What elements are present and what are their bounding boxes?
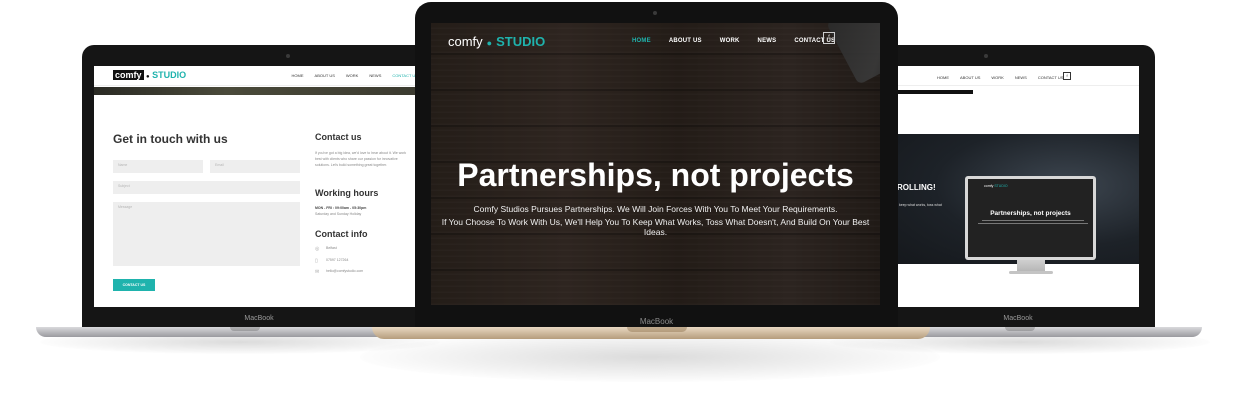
left-laptop-screen: comfy ● STUDIO HOME ABOUT US WORK NEWS C…: [94, 66, 424, 307]
left-site-logo[interactable]: comfy ● STUDIO: [113, 70, 186, 80]
center-laptop-screen: comfy ● STUDIO HOME ABOUT US WORK NEWS CON…: [431, 23, 880, 305]
monitor-logo-word: comfy: [984, 184, 994, 188]
left-hero-strip: [94, 87, 424, 95]
subject-field[interactable]: Subject: [113, 181, 300, 194]
left-laptop-camera: [286, 54, 290, 58]
facebook-icon[interactable]: f: [1063, 72, 1071, 80]
nav-news[interactable]: NEWS: [1015, 75, 1027, 80]
hero-subtext-line-2: If You Choose To Work With Us, We'll Hel…: [441, 217, 870, 237]
logo-word: comfy: [448, 34, 483, 49]
contact-phone[interactable]: 07597 127264: [326, 258, 348, 262]
monitor-foot: [1009, 271, 1053, 274]
contact-email[interactable]: hello@comfystudio.com: [326, 269, 363, 273]
left-laptop-chin: MacBook: [94, 311, 424, 327]
center-laptop-camera: [653, 11, 657, 15]
logo-studio: STUDIO: [152, 70, 187, 80]
center-laptop-notch: [627, 327, 687, 332]
right-site-navbar: HOME ABOUT US WORK NEWS CONTACT US f: [897, 66, 1139, 86]
nav-news[interactable]: NEWS: [758, 38, 777, 44]
right-laptop-notch: [1005, 327, 1035, 331]
email-field[interactable]: Email: [210, 160, 300, 173]
nav-work[interactable]: WORK: [720, 38, 740, 44]
contact-location: Belfast: [326, 246, 337, 250]
logo-word: comfy: [113, 70, 144, 80]
monitor-headline: Partnerships, not projects: [990, 210, 1071, 217]
monitor-subtext-lines: [978, 220, 1088, 224]
working-hours-note: Saturday and Sunday Holiday: [315, 212, 362, 216]
name-field[interactable]: Name: [113, 160, 203, 173]
logo-studio: STUDIO: [496, 34, 546, 49]
nav-about-us[interactable]: ABOUT US: [315, 73, 335, 78]
monitor-logo: comfy STUDIO: [984, 184, 1008, 188]
nav-news[interactable]: NEWS: [369, 73, 381, 78]
right-nav-links: HOME ABOUT US WORK NEWS CONTACT US: [937, 75, 1074, 80]
monitor-subtext-line-2: [978, 223, 1088, 224]
center-nav-links: HOME ABOUT US WORK NEWS CONTACT US: [632, 38, 853, 44]
nav-home[interactable]: HOME: [292, 73, 304, 78]
right-laptop-chin: MacBook: [897, 311, 1139, 327]
nav-home[interactable]: HOME: [937, 75, 949, 80]
right-hero-text: keep what works, toss what: [899, 203, 942, 207]
nav-about-us[interactable]: ABOUT US: [960, 75, 980, 80]
nav-work[interactable]: WORK: [346, 73, 358, 78]
hero-subtext-line-1: Comfy Studios Pursues Partnerships. We W…: [473, 204, 838, 214]
hero-headline: Partnerships, not projects: [457, 157, 854, 193]
device-mockup-stage: comfy ● STUDIO HOME ABOUT US WORK NEWS C…: [0, 0, 1241, 412]
left-nav-links: HOME ABOUT US WORK NEWS CONTACT US: [281, 73, 418, 78]
nav-work[interactable]: WORK: [991, 75, 1003, 80]
monitor-mockup: comfy STUDIO Partnerships, not projects: [965, 176, 1096, 260]
monitor-screen: comfy STUDIO Partnerships, not projects: [968, 179, 1093, 257]
working-hours-heading: Working hours: [315, 188, 379, 198]
monitor-subtext-line-1: [982, 220, 1084, 221]
monitor-logo-studio: STUDIO: [994, 184, 1008, 188]
facebook-icon[interactable]: f: [823, 32, 835, 44]
cat-icon: ●: [486, 38, 493, 48]
right-laptop-screen: HOME ABOUT US WORK NEWS CONTACT US f ROL…: [897, 66, 1139, 307]
center-site-logo[interactable]: comfy ● STUDIO: [448, 34, 545, 49]
contact-info-heading: Contact info: [315, 229, 368, 239]
phone-icon: ▯: [315, 258, 318, 264]
nav-about-us[interactable]: ABOUT US: [669, 38, 702, 44]
nav-home[interactable]: HOME: [632, 38, 651, 44]
cat-icon: ●: [146, 74, 150, 80]
right-laptop-camera: [984, 54, 988, 58]
nav-contact-us[interactable]: CONTACT US: [1038, 75, 1064, 80]
contact-page-title: Get in touch with us: [113, 132, 228, 146]
contact-us-heading: Contact us: [315, 132, 362, 142]
contact-submit-button[interactable]: CONTACT US: [113, 279, 155, 291]
right-hero-heading: ROLLING!: [897, 183, 936, 192]
message-field[interactable]: Message: [113, 202, 300, 266]
envelope-icon: ✉: [315, 269, 320, 275]
right-dark-bar: [897, 90, 973, 94]
location-pin-icon: ◎: [315, 246, 320, 252]
left-laptop-notch: [230, 327, 260, 331]
contact-us-text: If you've got a big idea, we'd love to h…: [315, 151, 407, 167]
left-site-navbar: comfy ● STUDIO HOME ABOUT US WORK NEWS C…: [94, 66, 424, 86]
